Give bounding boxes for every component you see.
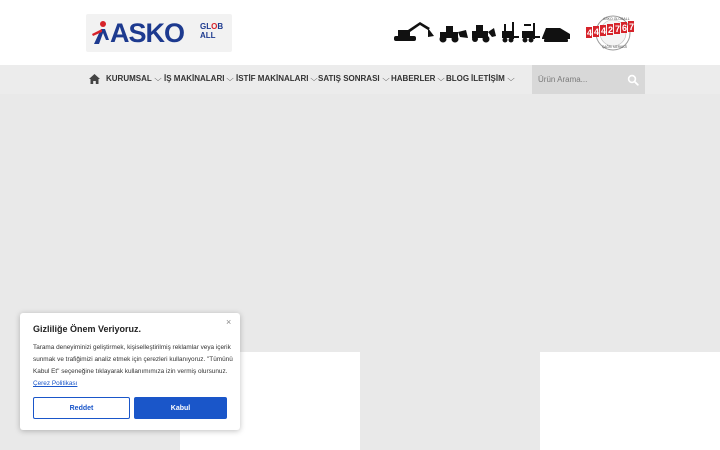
logo-suffix: GLOB ALL (200, 22, 224, 40)
svg-text:7: 7 (615, 24, 620, 34)
cookie-policy-link[interactable]: Çerez Politikası (33, 380, 77, 387)
machinery-silhouettes-icon (394, 22, 570, 43)
svg-text:4: 4 (587, 28, 592, 38)
person-logo-icon (92, 21, 109, 44)
chevron-down-icon: ⌵ (226, 74, 235, 83)
nav-item-satis-sonrasi[interactable]: SATIŞ SONRASI ⌵ (318, 74, 389, 84)
chevron-down-icon: ⌵ (382, 74, 390, 83)
svg-text:4: 4 (594, 27, 599, 37)
svg-text:6: 6 (622, 23, 627, 33)
nav-item-kurumsal[interactable]: KURUMSAL ⌵ (106, 74, 161, 84)
call-center-badge[interactable]: 4 4 4 2 7 6 7 ASKO GLOBALL ÇAĞRI MERKEZİ (586, 14, 640, 52)
svg-text:2: 2 (608, 25, 613, 35)
search-input[interactable] (532, 65, 622, 94)
product-search (532, 65, 645, 94)
svg-text:4: 4 (601, 26, 606, 36)
chevron-down-icon: ⌵ (507, 74, 515, 83)
cookie-consent-dialog: × Gizliliğe Önem Veriyoruz. Tarama deney… (20, 313, 240, 430)
home-icon[interactable] (89, 74, 100, 84)
product-tile[interactable] (540, 352, 720, 450)
svg-text:7: 7 (629, 22, 634, 32)
logo-wordmark: ASKO (110, 18, 185, 48)
product-tile[interactable] (360, 352, 540, 450)
asko-logo[interactable]: ASKO GLOB ALL (86, 14, 232, 52)
svg-text:ASKO GLOBALL: ASKO GLOBALL (603, 17, 630, 21)
nav-item-is-makinalari[interactable]: İŞ MAKİNALARI ⌵ (164, 74, 234, 84)
chevron-down-icon: ⌵ (437, 74, 446, 83)
reject-button[interactable]: Reddet (33, 397, 130, 419)
nav-item-blog[interactable]: BLOG (446, 74, 469, 84)
cookie-title: Gizliliğe Önem Veriyoruz. (33, 324, 142, 334)
site-header: ASKO GLOB ALL 4 4 4 2 7 6 7 ASKO GLOBALL… (0, 0, 720, 65)
nav-item-haberler[interactable]: HABERLER ⌵ (391, 74, 445, 84)
chevron-down-icon: ⌵ (154, 74, 162, 83)
search-icon[interactable] (627, 74, 639, 86)
nav-item-iletisim[interactable]: İLETİŞİM ⌵ (471, 74, 514, 84)
nav-item-istif-makinalari[interactable]: İSTİF MAKİNALARI ⌵ (236, 74, 318, 84)
cookie-description: Tarama deneyiminizi geliştirmek, kişisel… (33, 344, 233, 387)
close-icon[interactable]: × (226, 317, 231, 327)
svg-text:ÇAĞRI MERKEZİ: ÇAĞRI MERKEZİ (602, 44, 627, 49)
accept-button[interactable]: Kabul (134, 397, 227, 419)
